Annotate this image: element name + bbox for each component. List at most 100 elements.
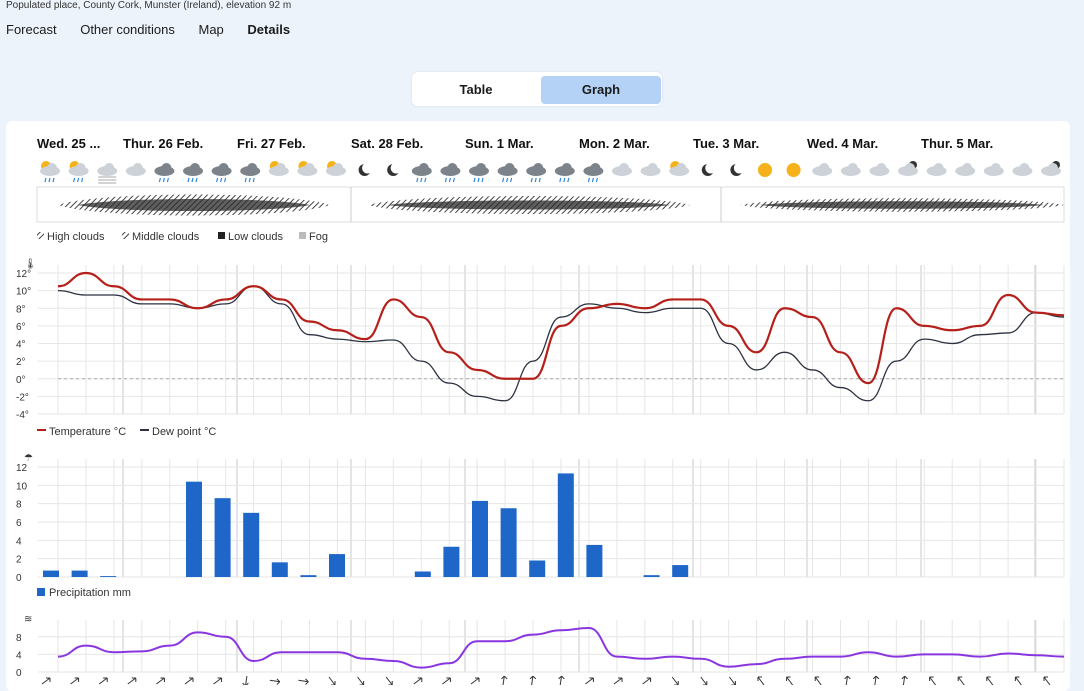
y-tick-label: 8° <box>16 304 26 315</box>
sun-cloud-icon <box>326 161 346 176</box>
cloud-puff <box>1019 163 1030 173</box>
precip-bar <box>414 571 431 577</box>
wind-arrow-icon <box>442 677 451 685</box>
legend-swatch <box>218 232 225 239</box>
rain-drop <box>73 177 76 183</box>
rain-drop <box>595 177 598 183</box>
y-tick-label: 12 <box>16 463 28 474</box>
wind-arrow-icon <box>98 677 108 685</box>
sun-cloud-icon <box>40 161 60 183</box>
wind-arrow-icon <box>929 676 936 685</box>
rain-drop <box>563 177 566 183</box>
arrow-shaft <box>70 677 79 685</box>
precip-bar <box>100 576 117 577</box>
precipitation-chart: 12 10 8 6 4 2 0 ☂ Precipitation mm <box>16 453 1065 599</box>
precip-bar <box>500 508 517 577</box>
y-tick-label: 2 <box>16 555 22 566</box>
y-tick-label: 8 <box>16 633 22 644</box>
precip-bar <box>672 565 689 577</box>
cloud-puff <box>247 163 258 173</box>
cloud-puff <box>275 163 286 173</box>
rain-drop <box>220 177 223 183</box>
wind-arrow-icon <box>470 677 480 685</box>
cloud-puff <box>847 163 858 173</box>
precip-bar <box>271 562 288 577</box>
day-label: Wed. 4 Mar. <box>807 136 878 151</box>
moon-mask <box>733 162 745 174</box>
temperature-chart: 12° 10° 8° 6° 4° 2° 0° -2° -4° 🌡 Temperature °C Dew… <box>16 258 1065 438</box>
wind-arrow-icon <box>729 676 736 685</box>
precip-bar <box>586 544 603 577</box>
precip-legend-label: Precipitation mm <box>49 587 131 599</box>
wind-arrow-icon <box>558 675 565 685</box>
y-tick-label: 4° <box>16 340 26 351</box>
wind-arrow-icon <box>413 677 423 685</box>
arrow-shaft <box>929 676 936 685</box>
axis-icon: ≋ <box>24 614 32 625</box>
cloud-rain-icon <box>183 163 203 183</box>
day-label: Thur. 5 Mar. <box>921 136 993 151</box>
y-tick-label: 8 <box>16 500 22 511</box>
y-tick-label: 0° <box>16 375 26 386</box>
cloud-icon <box>955 163 976 176</box>
cloud-icon <box>125 163 146 176</box>
arrow-shaft <box>671 676 679 685</box>
cloud-icon <box>983 163 1004 176</box>
arrow-shaft <box>700 676 708 685</box>
sun-icon <box>758 163 772 177</box>
arrow-shaft <box>442 677 451 685</box>
wind-arrow-icon <box>501 675 508 685</box>
cloud-puff <box>504 163 515 173</box>
axis-icon: ☂ <box>24 453 33 464</box>
wind-arrow-icon <box>613 677 623 685</box>
wind-arrow-icon <box>844 675 851 685</box>
precip-bar <box>443 546 460 577</box>
rain-drop <box>252 177 255 183</box>
cloud-rain-icon <box>469 163 489 183</box>
y-tick-label: 6 <box>16 518 22 529</box>
arrow-shaft <box>127 677 137 685</box>
rain-drop <box>248 177 251 183</box>
wind-arrow-icon <box>156 677 165 685</box>
precip-bar <box>557 473 574 577</box>
cloud-puff <box>333 163 343 173</box>
wind-arrow-icon <box>585 677 594 685</box>
rain-drop <box>481 177 484 183</box>
rain-drop <box>420 177 423 183</box>
rain-drop <box>81 177 84 183</box>
cloud-puff <box>161 163 172 173</box>
day-label: Mon. 2 Mar. <box>579 136 650 151</box>
wind-arrow-icon <box>184 677 194 685</box>
rain-drop <box>587 177 590 183</box>
cloud-legend-label: Fog <box>309 231 328 243</box>
precip-bar <box>329 554 345 577</box>
moon-mask <box>362 162 374 174</box>
sun-cloud-icon <box>268 161 289 176</box>
arrow-shaft <box>786 676 793 685</box>
arrow-shaft <box>757 676 765 685</box>
weather-icons <box>40 161 1061 184</box>
rain-drop <box>538 177 541 183</box>
wind-arrow-icon <box>814 676 822 685</box>
rain-drop <box>166 177 169 183</box>
y-tick-label: 0 <box>16 668 22 679</box>
wind-arrow-icon <box>957 676 965 685</box>
wind-chart: 8 4 0 ≋ <box>16 614 1065 685</box>
rain-drop <box>52 177 55 183</box>
rain-drop <box>502 177 505 183</box>
rain-drop <box>567 177 570 183</box>
day-label: Wed. 25 ... <box>37 136 100 151</box>
y-tick-label: 6° <box>16 322 26 333</box>
wind-arrow-icon <box>757 676 765 685</box>
cloud-puff <box>447 163 458 173</box>
wind-arrow-icon <box>872 675 880 685</box>
rain-drop <box>191 177 194 183</box>
cloud-puff <box>876 163 887 173</box>
cloud-band <box>36 186 1065 223</box>
dew-legend-swatch <box>140 429 149 431</box>
rain-drop <box>416 177 419 183</box>
rain-drop <box>591 177 594 183</box>
temp-legend-label: Temperature °C <box>49 426 126 438</box>
sun-cloud-icon <box>68 161 89 183</box>
y-tick-label: 4 <box>16 650 22 661</box>
